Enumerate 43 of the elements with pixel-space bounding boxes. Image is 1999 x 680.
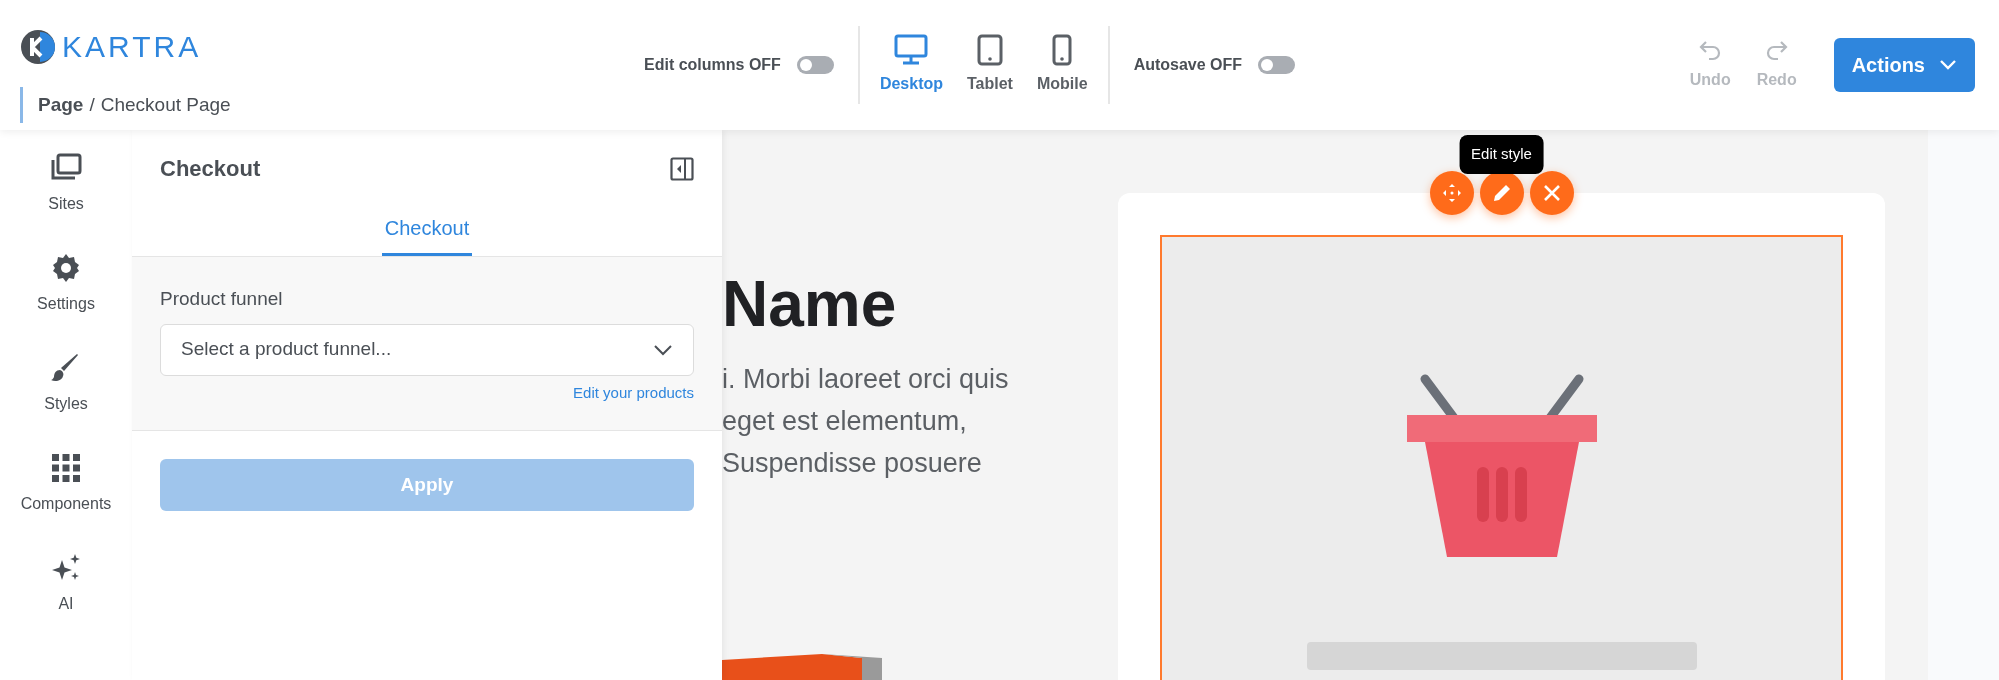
close-icon <box>1541 183 1562 203</box>
mobile-phone-icon <box>1052 34 1073 66</box>
close-button[interactable] <box>1529 171 1574 215</box>
sidebar-item[interactable]: Sites <box>48 152 84 216</box>
edit-style-button[interactable] <box>1479 171 1524 215</box>
undo-icon <box>1698 38 1723 62</box>
product-funnel-select[interactable]: Select a product funnel... <box>160 323 694 376</box>
body-text: Suspendisse posuere <box>722 447 983 480</box>
device-tab[interactable]: Tablet <box>967 34 1013 96</box>
actions-button[interactable]: Actions <box>1833 38 1975 92</box>
autosave-toggle[interactable] <box>1258 56 1296 74</box>
sidebar-collapse-icon <box>670 156 694 181</box>
chevron-down-icon <box>653 343 673 356</box>
device-tab[interactable]: Desktop <box>879 34 943 96</box>
collapse-panel-button[interactable] <box>670 156 694 181</box>
chevron-down-icon <box>1939 59 1957 71</box>
redo-icon <box>1764 38 1789 62</box>
breadcrumb-section[interactable]: Page <box>38 90 84 120</box>
sidebar-item[interactable]: Styles <box>44 352 88 416</box>
tooltip: Edit style <box>1459 135 1544 174</box>
panel-title: Checkout <box>160 155 261 183</box>
breadcrumb-page: Checkout Page <box>100 92 231 117</box>
logo-text: KARTRA <box>62 29 202 65</box>
desktop-icon <box>894 34 929 66</box>
grid-icon <box>50 452 82 484</box>
sidebar-item[interactable]: Components <box>20 452 112 516</box>
page-heading: Name <box>722 272 898 336</box>
edit-columns-toggle[interactable] <box>796 56 834 74</box>
breadcrumb-separator: / <box>89 92 95 117</box>
move-arrows-icon <box>1441 183 1462 203</box>
sidebar-item[interactable]: AI <box>50 552 82 616</box>
edit-columns-label: Edit columns OFF <box>644 55 781 75</box>
sidebar-item[interactable]: Settings <box>37 252 95 316</box>
logo-icon <box>20 28 56 65</box>
field-label: Product funnel <box>160 287 284 311</box>
settings-icon <box>50 252 82 284</box>
move-button[interactable] <box>1429 171 1474 215</box>
autosave-label: Autosave OFF <box>1133 55 1243 75</box>
body-text: eget est elementum, <box>722 405 968 438</box>
body-text: i. Morbi laoreet orci quis <box>722 363 1010 396</box>
device-tab[interactable]: Mobile <box>1036 34 1088 96</box>
edit-products-link[interactable]: Edit your products <box>573 381 694 404</box>
tablet-icon <box>977 34 1003 66</box>
